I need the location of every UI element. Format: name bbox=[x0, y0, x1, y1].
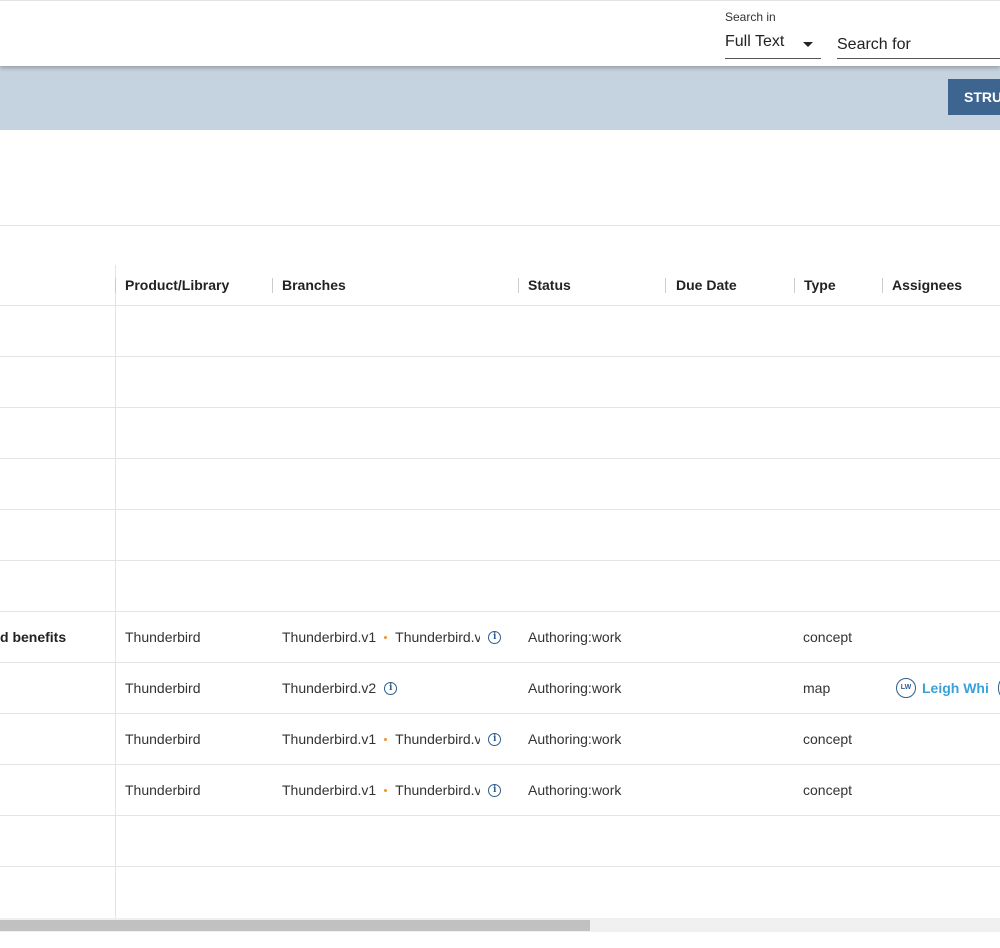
row-status: Authoring:work bbox=[528, 629, 622, 645]
table-row[interactable] bbox=[0, 561, 1000, 612]
scrollbar-thumb[interactable] bbox=[0, 920, 590, 931]
toolbar-band: STRUC bbox=[0, 66, 1000, 130]
row-product: Thunderbird bbox=[125, 782, 201, 798]
info-icon[interactable]: i bbox=[488, 732, 502, 746]
column-header-product[interactable]: Product/Library bbox=[125, 277, 229, 293]
branch-name: Thunderbird.v bbox=[395, 782, 481, 798]
table-row[interactable] bbox=[0, 816, 1000, 867]
column-separator bbox=[665, 278, 666, 293]
branch-name: Thunderbird.v bbox=[395, 629, 481, 645]
row-product: Thunderbird bbox=[125, 680, 201, 696]
divider bbox=[0, 225, 1000, 226]
caret-down-icon bbox=[803, 42, 813, 47]
row-assignee[interactable]: LW Leigh White bbox=[896, 678, 1000, 698]
column-separator bbox=[272, 278, 273, 293]
column-header-assignees[interactable]: Assignees bbox=[892, 277, 962, 293]
column-header-type[interactable]: Type bbox=[804, 277, 836, 293]
row-status: Authoring:work bbox=[528, 782, 622, 798]
column-separator bbox=[115, 278, 116, 293]
table-row[interactable] bbox=[0, 867, 1000, 918]
info-icon[interactable]: i bbox=[384, 681, 398, 695]
row-type: concept bbox=[803, 731, 853, 747]
branch-separator-dot bbox=[384, 737, 388, 741]
column-separator bbox=[882, 278, 883, 293]
branch-name: Thunderbird.v bbox=[395, 731, 481, 747]
table-row[interactable] bbox=[0, 306, 1000, 357]
row-title[interactable]: d benefits bbox=[0, 629, 66, 645]
branch-name: Thunderbird.v1 bbox=[282, 782, 377, 798]
row-status: Authoring:work bbox=[528, 731, 622, 747]
avatar: LW bbox=[896, 678, 916, 698]
search-input[interactable] bbox=[837, 31, 1000, 59]
search-in-label: Search in bbox=[725, 10, 776, 24]
table-row[interactable] bbox=[0, 459, 1000, 510]
column-separator bbox=[518, 278, 519, 293]
table-row[interactable]: Thunderbird Thunderbird.v1 Thunderbird.v… bbox=[0, 765, 1000, 816]
table-row[interactable] bbox=[0, 408, 1000, 459]
info-icon[interactable]: i bbox=[488, 630, 502, 644]
row-branches: Thunderbird.v1 Thunderbird.v i bbox=[282, 629, 502, 645]
row-product: Thunderbird bbox=[125, 629, 201, 645]
row-branches: Thunderbird.v1 Thunderbird.v i bbox=[282, 782, 502, 798]
branch-name: Thunderbird.v1 bbox=[282, 629, 377, 645]
table-row[interactable]: Thunderbird Thunderbird.v2 i Authoring:w… bbox=[0, 663, 1000, 714]
column-header-due-date[interactable]: Due Date bbox=[676, 277, 737, 293]
table-row[interactable] bbox=[0, 357, 1000, 408]
table-row[interactable]: Thunderbird Thunderbird.v1 Thunderbird.v… bbox=[0, 714, 1000, 765]
row-branches: Thunderbird.v1 Thunderbird.v i bbox=[282, 731, 502, 747]
table-row[interactable] bbox=[0, 510, 1000, 561]
info-icon[interactable]: i bbox=[488, 783, 502, 797]
row-status: Authoring:work bbox=[528, 680, 622, 696]
branch-separator-dot bbox=[384, 635, 388, 639]
top-bar: Search in Full Text bbox=[0, 0, 1000, 66]
row-type: map bbox=[803, 680, 831, 696]
column-header-status[interactable]: Status bbox=[528, 277, 571, 293]
table-header: Product/Library Branches Status Due Date… bbox=[0, 265, 1000, 306]
search-scope-select[interactable]: Full Text bbox=[725, 31, 821, 59]
horizontal-scrollbar[interactable] bbox=[0, 918, 1000, 932]
table-row[interactable]: d benefits Thunderbird Thunderbird.v1 Th… bbox=[0, 612, 1000, 663]
row-type: concept bbox=[803, 782, 853, 798]
branch-separator-dot bbox=[384, 788, 388, 792]
column-header-branches[interactable]: Branches bbox=[282, 277, 346, 293]
search-scope-value: Full Text bbox=[725, 33, 785, 50]
row-branches: Thunderbird.v2 i bbox=[282, 680, 398, 696]
assignee-link[interactable]: Leigh White bbox=[922, 680, 988, 696]
branch-name: Thunderbird.v1 bbox=[282, 731, 377, 747]
column-separator bbox=[794, 278, 795, 293]
structure-button[interactable]: STRUC bbox=[948, 79, 1000, 115]
row-type: concept bbox=[803, 629, 853, 645]
row-product: Thunderbird bbox=[125, 731, 201, 747]
branch-name: Thunderbird.v2 bbox=[282, 680, 377, 696]
